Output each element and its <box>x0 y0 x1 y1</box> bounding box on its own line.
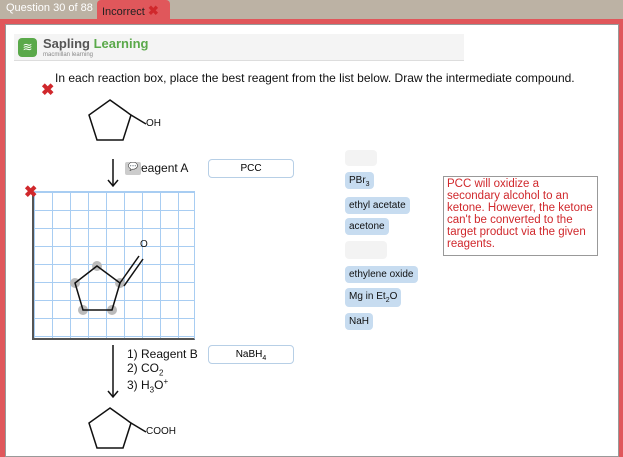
empty-reagent-slot[interactable] <box>345 150 377 166</box>
step3-h3o: 3) H3O+ <box>127 377 169 395</box>
hydroxyl-label: OH <box>146 118 161 129</box>
carboxyl-label: COOH <box>146 426 176 437</box>
empty-reagent-slot[interactable] <box>345 241 387 259</box>
oxygen-atom: O <box>140 239 148 250</box>
reagent-chip[interactable]: acetone <box>345 218 389 235</box>
reagent-b-label: 1) Reagent B <box>127 347 198 361</box>
cyclopentane-ring-product <box>88 407 132 449</box>
feedback-box: PCC will oxidize a secondary alcohol to … <box>443 176 598 256</box>
reagent-chip[interactable]: PBr3 <box>345 172 374 189</box>
reagent-chip[interactable]: NaH <box>345 313 374 330</box>
reagent-chip[interactable]: ethyl acetate <box>345 197 410 214</box>
cyclopentane-ring-start <box>88 99 132 141</box>
drawn-ketone[interactable] <box>32 191 195 340</box>
reagent-chip[interactable]: Mg in Et2O <box>345 288 402 307</box>
comment-icon[interactable]: 💬 <box>125 162 141 175</box>
step2-co2: 2) CO2 <box>127 361 164 378</box>
reagent-a-slot[interactable]: PCC <box>208 159 294 178</box>
reagent-chip[interactable]: ethylene oxide <box>345 266 418 283</box>
reagent-b-slot[interactable]: NaBH4 <box>208 345 294 364</box>
reagent-a-label: eagent A <box>141 161 189 175</box>
